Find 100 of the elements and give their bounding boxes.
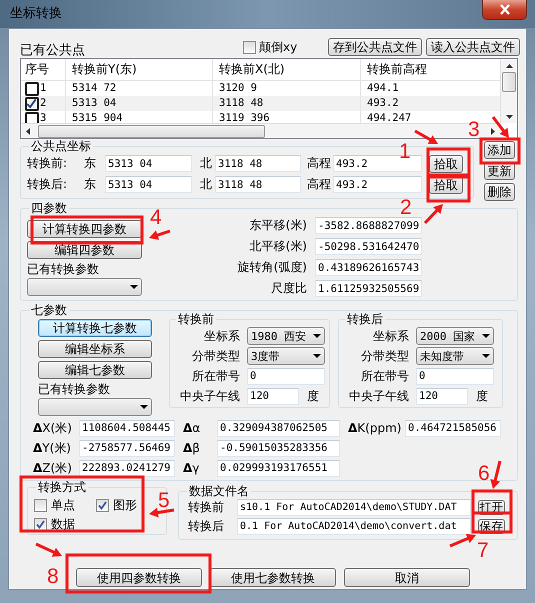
scroll-right-icon[interactable] <box>491 128 495 134</box>
vertical-scrollbar[interactable] <box>500 59 517 123</box>
close-button[interactable] <box>482 0 527 20</box>
zone-field[interactable]: 0 <box>247 368 325 384</box>
table-cell-text: 494.247 <box>366 111 412 123</box>
param-field[interactable]: 222893.0241279 <box>79 460 175 476</box>
scroll-left-icon[interactable] <box>26 128 30 134</box>
field-label: 旋转角(弧度) <box>238 261 307 274</box>
caret-icon <box>482 354 490 358</box>
field-label: 坐标系 <box>203 330 240 342</box>
caret-icon <box>313 334 321 338</box>
action-button[interactable]: 编辑七参数 <box>38 361 152 379</box>
param-field[interactable]: 0.029993193176551 <box>217 460 340 476</box>
scroll-up-icon[interactable] <box>506 64 512 68</box>
scroll-down-icon[interactable] <box>506 115 512 119</box>
group-title: 四参数 <box>30 202 68 215</box>
checkbox-label: 数据 <box>51 518 75 531</box>
field-label: 高程 <box>307 178 332 191</box>
caret-icon <box>482 334 490 338</box>
field-label: ΔZ(米) <box>33 462 73 474</box>
field-label: ΔK(ppm) <box>348 422 402 434</box>
dialog-button[interactable]: 取消 <box>344 568 470 587</box>
zone-field[interactable]: 0 <box>416 368 494 384</box>
file-path-field[interactable]: s10.1 For AutoCAD2014\demo\STUDY.DAT <box>237 499 471 516</box>
field-label: 高程 <box>307 157 332 170</box>
highlight-box <box>472 490 512 514</box>
table-cell: 2 <box>40 97 46 110</box>
checkbox[interactable] <box>34 518 47 531</box>
group-title: 数据文件名 <box>188 485 250 498</box>
dropdown[interactable]: 2000 国家 <box>416 327 494 345</box>
column-header[interactable]: 转换前X(北) <box>213 59 361 80</box>
checkbox[interactable] <box>34 499 47 512</box>
action-button[interactable]: 计算转换四参数 <box>27 220 142 238</box>
dropdown[interactable] <box>27 278 142 296</box>
checkbox[interactable] <box>25 96 39 110</box>
table-cell: 1 <box>40 82 46 95</box>
table-row[interactable]: 2 5313 04 3118 48 493.2 <box>21 96 500 111</box>
unit-label: 度 <box>476 390 488 402</box>
highlight-box <box>426 176 470 202</box>
table-cell: 3 <box>40 112 46 123</box>
field-label: ΔY(米) <box>33 442 72 454</box>
file-button[interactable]: 读入公共点文件 <box>426 38 520 56</box>
action-button[interactable]: 删除 <box>484 183 515 201</box>
param-field[interactable]: 0.329094387062505 <box>217 420 340 436</box>
field-label: 坐标系 <box>372 330 409 342</box>
field-label: 已有转换参数 <box>38 383 111 395</box>
arrow <box>424 204 443 224</box>
step-number: 5 <box>158 489 170 512</box>
field-label: 分带类型 <box>191 350 240 362</box>
section-label: 已有公共点 <box>20 44 86 57</box>
field-label: 已有转换参数 <box>27 263 100 275</box>
param-field[interactable]: 1.61125932505569 <box>315 280 422 297</box>
east-field[interactable]: 5313 04 <box>105 155 192 172</box>
file-button[interactable]: 存到公共点文件 <box>328 38 422 56</box>
action-button[interactable]: 编辑坐标系 <box>38 340 152 358</box>
north-field[interactable]: 3118 48 <box>215 176 301 193</box>
horizontal-scrollbar[interactable] <box>21 123 500 138</box>
dropdown[interactable]: 未知度带 <box>416 347 494 365</box>
column-header[interactable]: 转换前Y(东) <box>66 59 213 80</box>
action-button[interactable]: 添加 <box>484 141 515 159</box>
field-label: 东平移(米) <box>248 219 307 232</box>
table-cell-text: 493.2 <box>366 96 400 111</box>
pick-button[interactable]: 拾取 <box>429 154 463 172</box>
highlight-box <box>426 148 470 176</box>
param-field[interactable]: -50298.531642470 <box>315 238 422 255</box>
arrow <box>35 542 62 557</box>
dropdown[interactable] <box>38 398 152 416</box>
param-field[interactable]: 1108604.508445 <box>79 420 175 436</box>
north-field[interactable]: 3118 48 <box>215 155 301 172</box>
param-field[interactable]: -0.59015035283356 <box>217 440 340 456</box>
field-label: 东 <box>84 157 97 170</box>
group-title: 转换方式 <box>37 481 87 494</box>
table-cell: 5313 04 <box>66 96 213 111</box>
dialog-button[interactable]: 使用四参数转换 <box>76 568 202 587</box>
field-label: 中央子午线 <box>179 390 240 402</box>
param-field[interactable]: -2758577.56469 <box>79 440 175 456</box>
arrow <box>492 116 509 138</box>
action-button[interactable]: 计算转换七参数 <box>38 319 152 337</box>
group-title: 七参数 <box>30 304 68 317</box>
file-path-field[interactable]: 0.1 For AutoCAD2014\demo\convert.dat <box>237 518 471 535</box>
dropdown[interactable]: 1980 西安 <box>247 327 325 345</box>
param-field[interactable]: 0.43189626165743 <box>315 259 422 276</box>
step-number: 6 <box>478 462 490 485</box>
meridian-field[interactable]: 120 <box>416 388 468 404</box>
checkbox[interactable] <box>96 499 109 512</box>
param-field[interactable]: -3582.8688827099 <box>315 217 422 234</box>
dialog-button[interactable]: 使用七参数转换 <box>210 568 336 587</box>
group-title: 转换前 <box>177 313 215 326</box>
checkbox-label: 颠倒xy <box>259 41 298 54</box>
param-field[interactable]: 0.464721585056 <box>405 420 501 436</box>
column-header[interactable]: 转换前高程 <box>361 59 500 80</box>
east-field[interactable]: 5313 04 <box>105 176 192 193</box>
meridian-field[interactable]: 120 <box>247 388 299 404</box>
checkbox[interactable] <box>243 41 256 54</box>
dropdown[interactable]: 3度带 <box>247 347 325 365</box>
highlight-box <box>480 138 520 164</box>
height-field[interactable]: 493.2 <box>333 176 422 193</box>
column-header[interactable]: 序号 <box>21 59 66 80</box>
highlight-box <box>472 512 512 534</box>
arrow <box>149 230 170 240</box>
